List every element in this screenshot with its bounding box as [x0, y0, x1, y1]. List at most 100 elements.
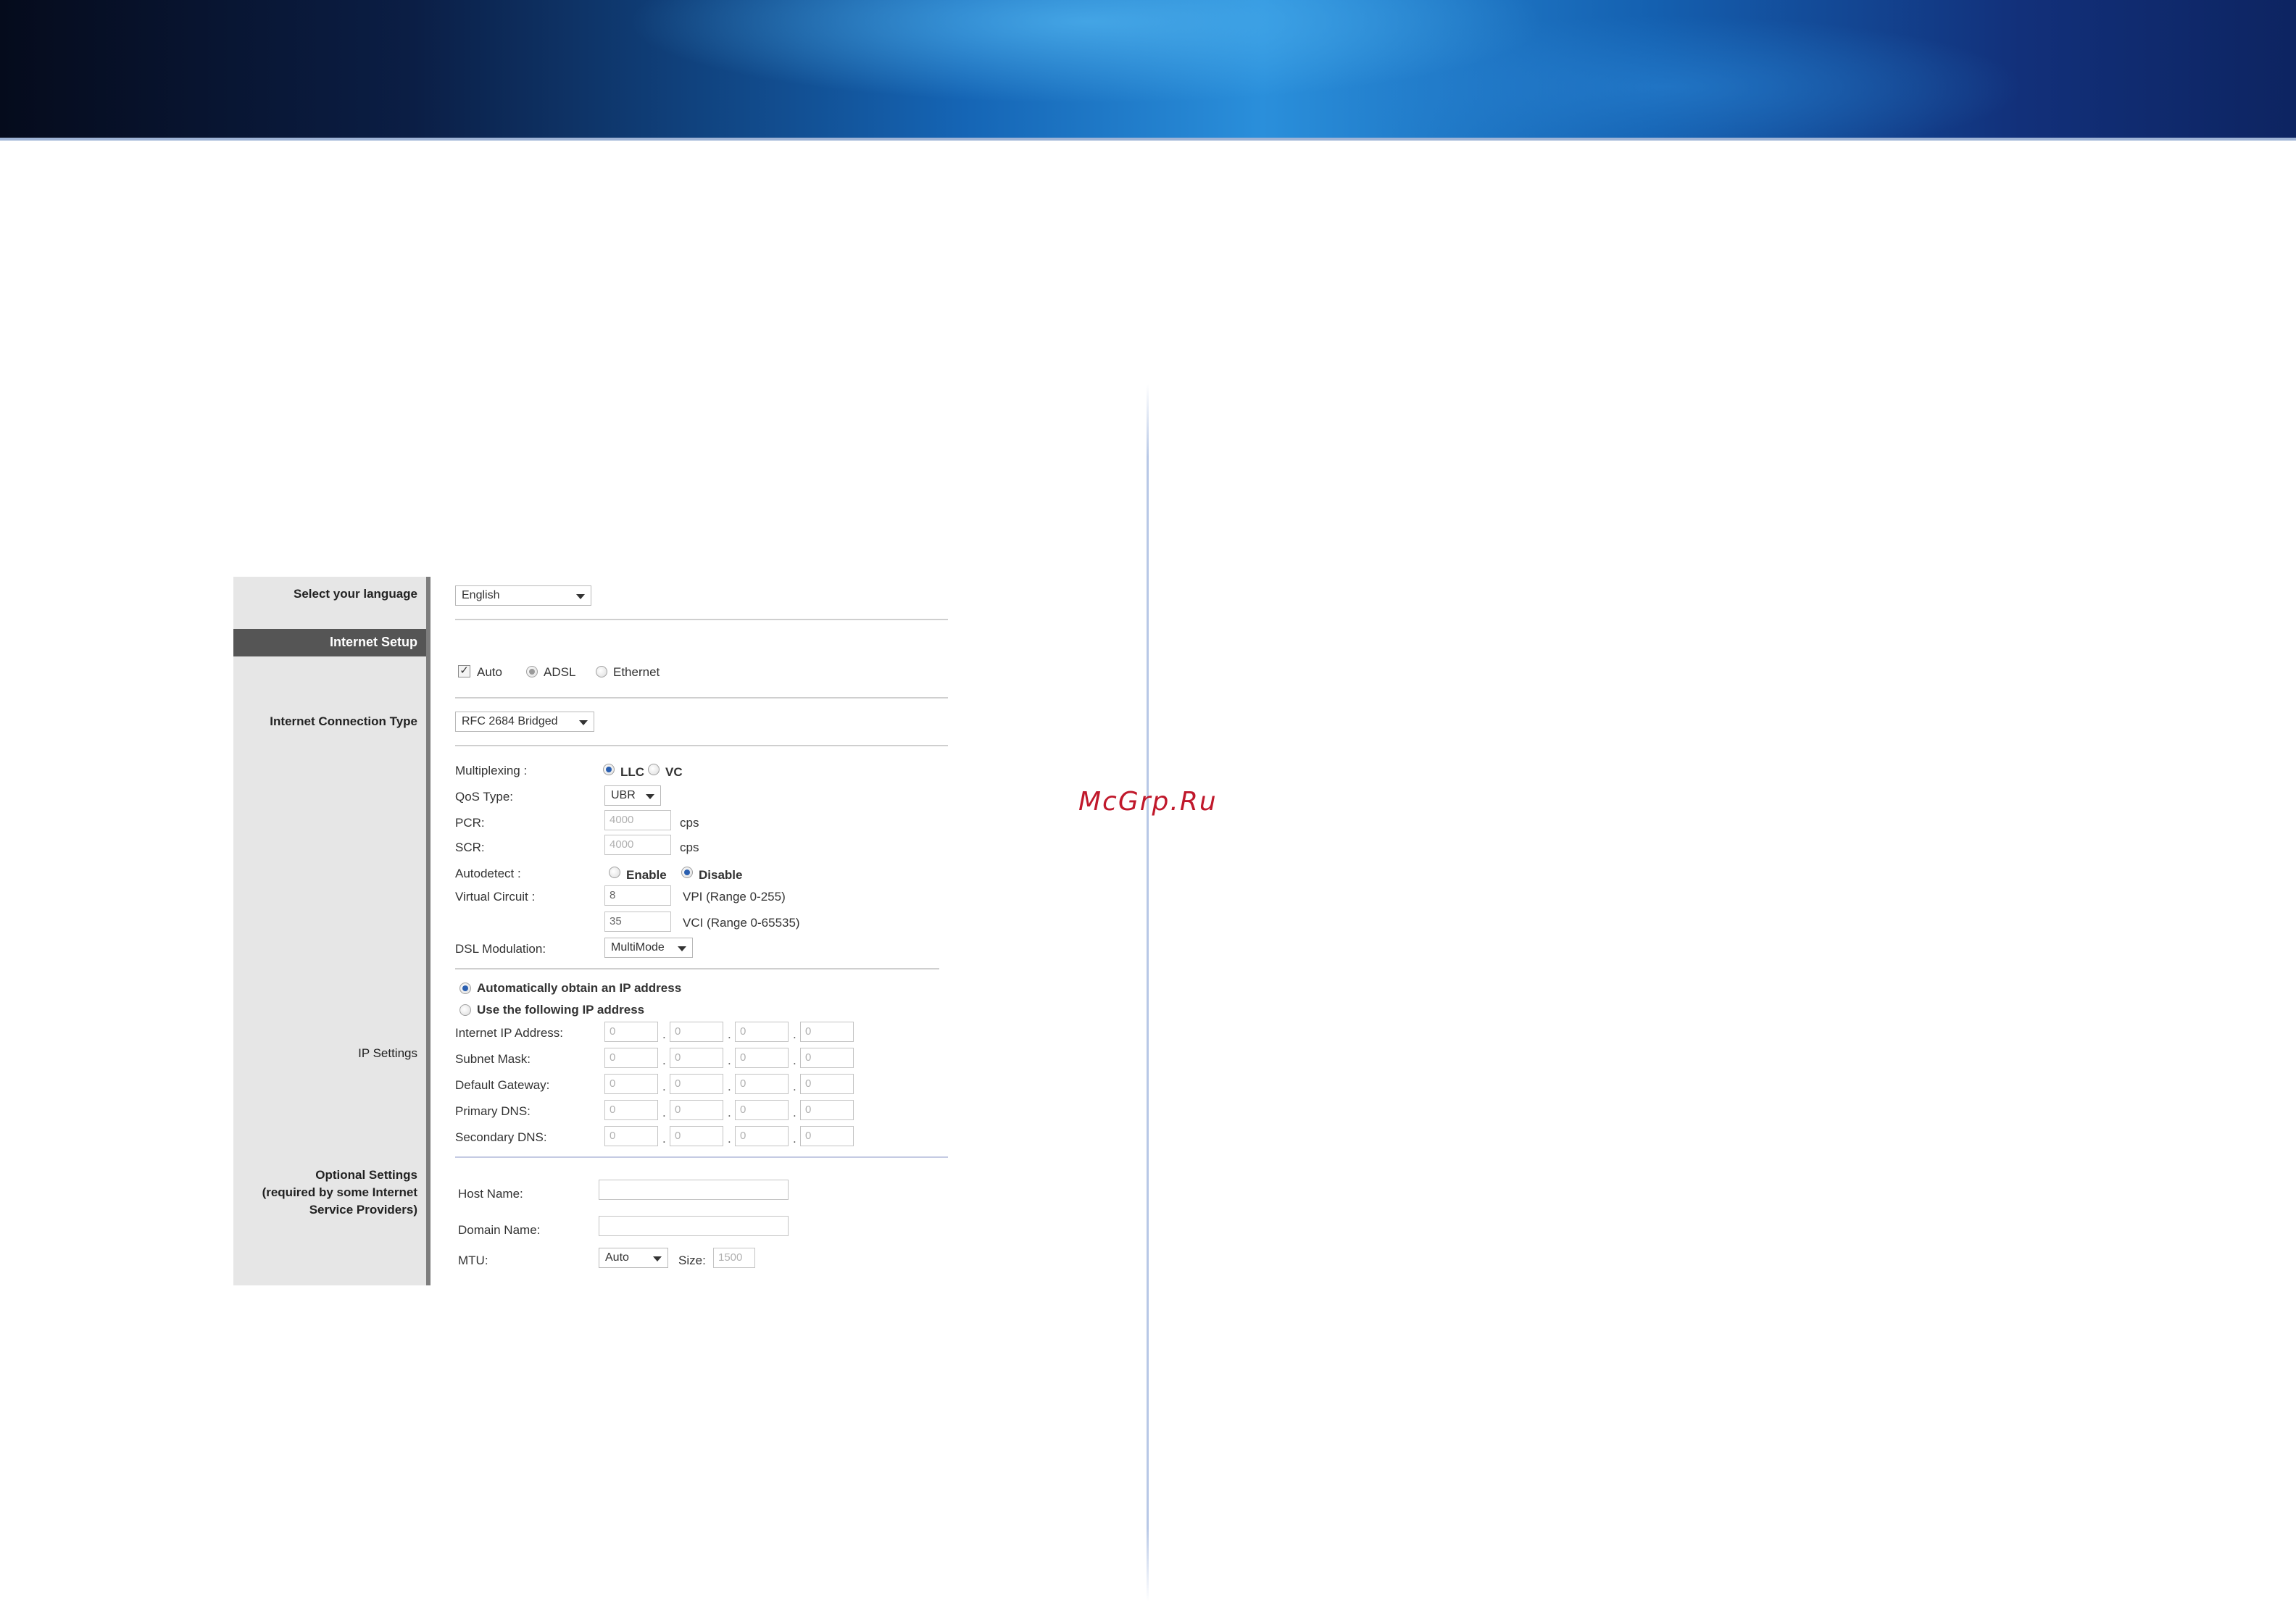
autodetect-disable-label: Disable — [699, 868, 743, 882]
divider — [455, 697, 948, 698]
auto-obtain-ip-label: Automatically obtain an IP address — [477, 981, 682, 995]
domain-name-label: Domain Name: — [458, 1223, 541, 1237]
ip-octet-input[interactable]: 0 — [670, 1074, 723, 1094]
autodetect-disable-radio[interactable] — [681, 867, 693, 878]
auto-label: Auto — [477, 665, 502, 679]
ip-octet-input[interactable]: 0 — [604, 1048, 658, 1068]
ip-octet-input[interactable]: 0 — [604, 1074, 658, 1094]
octet-separator: . — [662, 1054, 666, 1067]
qos-type-value: UBR — [611, 789, 636, 801]
header-banner — [0, 0, 2296, 141]
chevron-down-icon — [576, 594, 585, 599]
octet-separator: . — [662, 1132, 666, 1146]
qos-type-select[interactable]: UBR — [604, 785, 661, 806]
vc-label: VC — [665, 765, 683, 779]
chevron-down-icon — [579, 720, 588, 725]
ethernet-radio[interactable] — [596, 666, 607, 677]
select-language-label: Select your language — [294, 587, 417, 601]
ip-row-label: Secondary DNS: — [455, 1130, 547, 1144]
dsl-modulation-select[interactable]: MultiMode — [604, 938, 693, 958]
dsl-modulation-value: MultiMode — [611, 941, 665, 954]
ip-octet-input[interactable]: 0 — [604, 1100, 658, 1120]
connection-type-value: RFC 2684 Bridged — [462, 715, 558, 727]
divider — [455, 968, 939, 969]
header-banner-edge — [0, 138, 2296, 141]
host-name-label: Host Name: — [458, 1187, 523, 1201]
virtual-circuit-label: Virtual Circuit : — [455, 890, 536, 904]
autodetect-enable-radio[interactable] — [609, 867, 620, 878]
auto-obtain-ip-radio[interactable] — [459, 983, 471, 994]
llc-label: LLC — [620, 765, 645, 779]
vpi-input[interactable]: 8 — [604, 885, 671, 906]
octet-separator: . — [662, 1106, 666, 1119]
ip-row-label: Subnet Mask: — [455, 1052, 531, 1066]
pcr-label: PCR: — [455, 816, 485, 830]
ip-octet-input[interactable]: 0 — [800, 1048, 854, 1068]
octet-separator: . — [728, 1027, 731, 1041]
host-name-input[interactable] — [599, 1180, 789, 1200]
ip-octet-input[interactable]: 0 — [800, 1022, 854, 1042]
octet-separator: . — [728, 1106, 731, 1119]
octet-separator: . — [793, 1027, 796, 1041]
divider — [455, 745, 948, 746]
mtu-select-value: Auto — [605, 1251, 629, 1264]
divider — [455, 1156, 948, 1158]
ip-octet-input[interactable]: 0 — [604, 1126, 658, 1146]
ip-octet-input[interactable]: 0 — [670, 1126, 723, 1146]
domain-name-input[interactable] — [599, 1216, 789, 1236]
adsl-radio[interactable] — [526, 666, 538, 677]
ip-settings-label: IP Settings — [358, 1046, 417, 1060]
scr-label: SCR: — [455, 841, 485, 854]
ip-octet-input[interactable]: 0 — [670, 1048, 723, 1068]
column-divider — [1147, 384, 1149, 1601]
watermark: McGrp.Ru — [1078, 787, 1218, 817]
mtu-size-input[interactable]: 1500 — [713, 1248, 755, 1268]
auto-checkbox[interactable]: ✓ — [458, 665, 470, 677]
internet-setup-header: Internet Setup — [233, 629, 426, 656]
ip-octet-input[interactable]: 0 — [670, 1022, 723, 1042]
mtu-select[interactable]: Auto — [599, 1248, 668, 1268]
ip-octet-input[interactable]: 0 — [735, 1126, 789, 1146]
octet-separator: . — [728, 1054, 731, 1067]
ip-octet-input[interactable]: 0 — [735, 1100, 789, 1120]
use-following-ip-radio[interactable] — [459, 1004, 471, 1016]
ip-octet-input[interactable]: 0 — [735, 1022, 789, 1042]
optional-settings-note-1: (required by some Internet — [262, 1185, 417, 1199]
llc-radio[interactable] — [603, 764, 615, 775]
connection-type-label: Internet Connection Type — [270, 714, 417, 728]
chevron-down-icon — [653, 1256, 662, 1261]
dsl-modulation-label: DSL Modulation: — [455, 942, 546, 956]
ip-octet-input[interactable]: 0 — [800, 1126, 854, 1146]
octet-separator: . — [793, 1106, 796, 1119]
mtu-size-label: Size: — [678, 1254, 706, 1267]
language-select[interactable]: English — [455, 585, 591, 606]
mtu-label: MTU: — [458, 1254, 488, 1267]
vci-range-label: VCI (Range 0-65535) — [683, 916, 800, 930]
ip-row-label: Primary DNS: — [455, 1104, 531, 1118]
vci-input[interactable]: 35 — [604, 912, 671, 932]
optional-settings-note-2: Service Providers) — [309, 1203, 417, 1217]
octet-separator: . — [662, 1027, 666, 1041]
connection-type-select[interactable]: RFC 2684 Bridged — [455, 712, 594, 732]
divider — [455, 619, 948, 620]
chevron-down-icon — [646, 794, 654, 799]
octet-separator: . — [728, 1132, 731, 1146]
ip-row-label: Internet IP Address: — [455, 1026, 563, 1040]
ip-octet-input[interactable]: 0 — [800, 1074, 854, 1094]
octet-separator: . — [728, 1080, 731, 1093]
ethernet-label: Ethernet — [613, 665, 660, 679]
pcr-input[interactable]: 4000 — [604, 810, 671, 830]
autodetect-label: Autodetect : — [455, 867, 521, 880]
vpi-range-label: VPI (Range 0-255) — [683, 890, 786, 904]
chevron-down-icon — [678, 946, 686, 951]
vc-radio[interactable] — [648, 764, 660, 775]
scr-input[interactable]: 4000 — [604, 835, 671, 855]
ip-octet-input[interactable]: 0 — [735, 1074, 789, 1094]
ip-octet-input[interactable]: 0 — [735, 1048, 789, 1068]
ip-octet-input[interactable]: 0 — [800, 1100, 854, 1120]
ip-octet-input[interactable]: 0 — [670, 1100, 723, 1120]
language-select-value: English — [462, 589, 500, 601]
octet-separator: . — [662, 1080, 666, 1093]
adsl-label: ADSL — [544, 665, 576, 679]
ip-octet-input[interactable]: 0 — [604, 1022, 658, 1042]
